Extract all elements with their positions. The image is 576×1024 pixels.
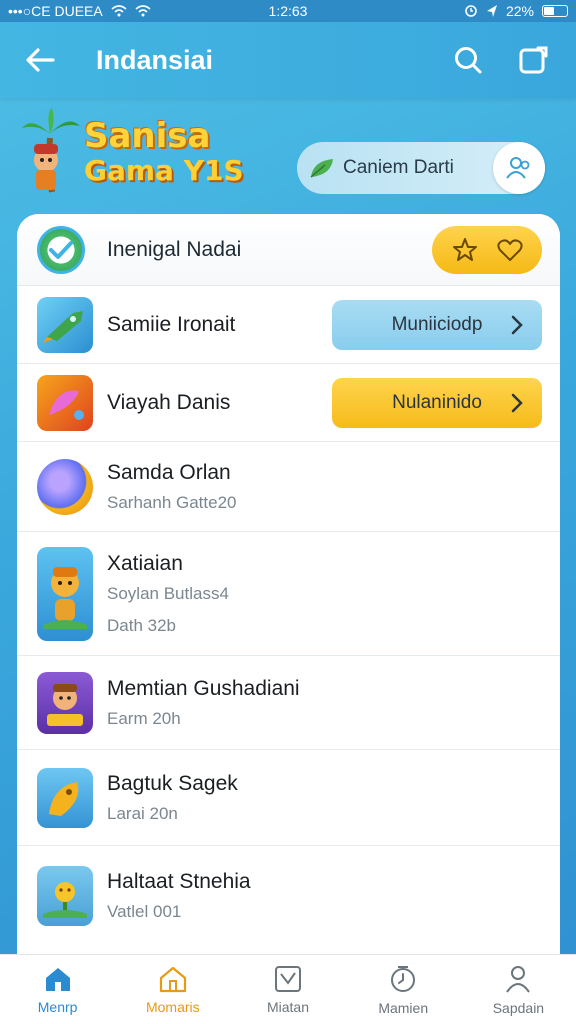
palm-tree-icon: [22, 108, 80, 193]
bottom-tab-bar: Menrp Momaris Miatan Mamien Sapdain: [0, 954, 576, 1024]
rocket-game-icon: [37, 296, 93, 353]
shell-game-icon: [37, 767, 93, 828]
profile-pill[interactable]: Caniem Darti: [297, 142, 545, 194]
item-action-button[interactable]: Muniiciodp: [332, 300, 542, 350]
carrier-text: •••○CE DUEEA: [8, 3, 103, 19]
wifi-icon-2: [135, 5, 151, 17]
item-name: Haltaat Stnehia: [107, 870, 251, 893]
map-icon: [275, 965, 301, 992]
list-item[interactable]: Xatiaian Soylan Butlass4 Dath 32b: [17, 532, 560, 656]
logo-title: Sanisa: [84, 116, 211, 156]
app-logo: Sanisa Gama Y1S: [22, 108, 252, 198]
hero-game-icon: [37, 671, 93, 734]
friends-button[interactable]: [493, 142, 545, 194]
edit-icon: [519, 46, 548, 74]
item-name: Xatiaian: [107, 551, 183, 575]
status-bar: •••○CE DUEEA 1:2:63 22%: [0, 0, 576, 22]
sunflower-game-icon: [37, 866, 93, 926]
list-item[interactable]: Viayah Danis Nulaninido: [17, 364, 560, 442]
tab-momaris[interactable]: Momaris: [115, 955, 230, 1024]
item-subtitle-secondary: Dath 32b: [107, 615, 176, 635]
item-subtitle: Soylan Butlass4: [107, 583, 229, 603]
item-name: Samda Orlan: [107, 460, 231, 484]
favorites-pill: [432, 225, 542, 274]
heart-icon[interactable]: [496, 238, 523, 262]
person-icon: [506, 965, 531, 993]
chevron-right-icon: [511, 393, 523, 413]
back-arrow-icon: [26, 48, 55, 72]
home-icon: [45, 967, 70, 991]
hero-banner: Sanisa Gama Y1S Caniem Darti: [0, 98, 576, 216]
star-icon[interactable]: [452, 237, 478, 263]
leaf-icon: [310, 159, 333, 178]
item-subtitle: Larai 20n: [107, 803, 178, 823]
tab-miatan[interactable]: Miatan: [230, 955, 345, 1024]
character-game-icon: [37, 546, 93, 641]
item-subtitle: Sarhanh Gatte20: [107, 492, 237, 512]
game-list-card: Inenigal Nadai Samiie Ironait Muniiciodp…: [17, 214, 560, 954]
check-badge-icon: [37, 225, 85, 274]
page-title: Indansiai: [96, 44, 214, 75]
people-icon: [506, 157, 530, 179]
item-action-label: Muniiciodp: [391, 314, 483, 335]
search-button[interactable]: [444, 36, 492, 84]
tab-label: Miatan: [266, 998, 310, 1015]
logo-subtitle: Gama Y1S: [84, 154, 244, 187]
tab-label: Mamien: [378, 999, 429, 1016]
item-subtitle: Vatlel 001: [107, 902, 182, 921]
orb-game-icon: [37, 458, 93, 515]
status-time: 1:2:63: [268, 3, 308, 19]
tab-label: Sapdain: [492, 999, 545, 1016]
item-action-label: Nulaninido: [392, 392, 482, 413]
item-name: Bagtuk Sagek: [107, 771, 238, 795]
item-subtitle: Earm 20h: [107, 708, 181, 728]
tab-sapdain[interactable]: Sapdain: [461, 955, 576, 1024]
item-action-button[interactable]: Nulaninido: [332, 378, 542, 428]
tab-label: Menrp: [37, 998, 78, 1015]
edit-button[interactable]: [510, 36, 558, 84]
house-outline-icon: [159, 966, 186, 992]
back-button[interactable]: [10, 30, 70, 90]
chevron-right-icon: [511, 315, 523, 335]
search-icon: [455, 47, 482, 74]
location-icon: [486, 5, 497, 17]
app-bar: Indansiai: [0, 22, 576, 98]
card-header: Inenigal Nadai: [17, 214, 560, 286]
tab-mamien[interactable]: Mamien: [346, 955, 461, 1024]
item-name: Memtian Gushadiani: [107, 676, 300, 700]
tab-home[interactable]: Menrp: [0, 955, 115, 1024]
tab-label: Momaris: [145, 998, 200, 1015]
wifi-icon: [111, 5, 127, 17]
list-item[interactable]: Samiie Ironait Muniiciodp: [17, 286, 560, 364]
battery-icon: [542, 5, 568, 17]
list-item[interactable]: Memtian Gushadiani Earm 20h: [17, 656, 560, 750]
profile-pill-label: Caniem Darti: [343, 157, 454, 178]
list-item[interactable]: Samda Orlan Sarhanh Gatte20: [17, 442, 560, 532]
list-item[interactable]: Bagtuk Sagek Larai 20n: [17, 750, 560, 846]
candy-game-icon: [37, 374, 93, 431]
clock-icon: [391, 965, 416, 992]
battery-percent: 22%: [505, 3, 534, 19]
list-item[interactable]: Haltaat Stnehia Vatlel 001: [17, 846, 560, 946]
card-title: Inenigal Nadai: [107, 237, 242, 261]
alarm-icon: [465, 5, 477, 17]
